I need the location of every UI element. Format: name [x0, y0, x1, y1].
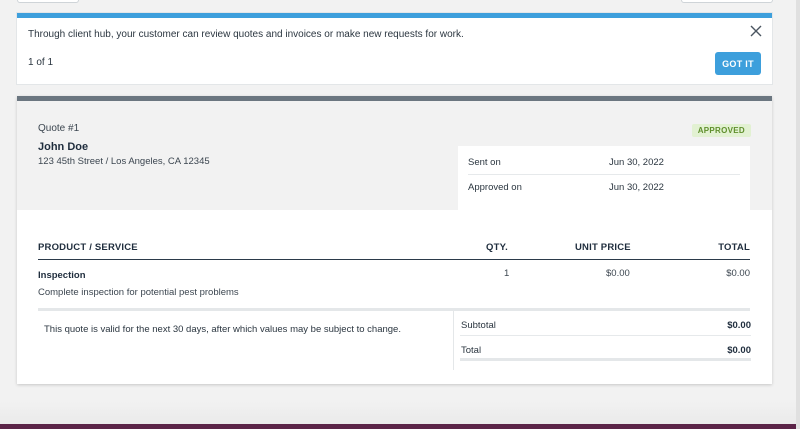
approved-on-label: Approved on [468, 182, 522, 193]
status-badge: APPROVED [691, 124, 751, 137]
sent-on-value: Jun 30, 2022 [609, 156, 664, 168]
line-item-name: Inspection [38, 270, 86, 281]
client-address: 123 45th Street / Los Angeles, CA 12345 [38, 156, 210, 167]
total-label: Total [461, 345, 482, 356]
approved-on-value: Jun 30, 2022 [609, 182, 664, 193]
quote-summary: Subtotal $0.00 Total $0.00 [453, 311, 751, 370]
total-value: $0.00 [727, 345, 751, 356]
window-edge [796, 0, 800, 429]
quote-number: Quote #1 [38, 123, 80, 134]
line-item-unit-price: $0.00 [606, 268, 630, 279]
line-item-total: $0.00 [726, 268, 750, 279]
subtotal-row: Subtotal $0.00 [460, 311, 751, 336]
quote-card: Quote #1 John Doe 123 45th Street / Los … [17, 96, 772, 384]
line-items-header: PRODUCT / SERVICE QTY. UNIT PRICE TOTAL [38, 240, 750, 260]
got-it-button[interactable]: GOT IT [715, 52, 761, 75]
top-right-button[interactable] [681, 0, 773, 3]
line-item-qty: 1 [504, 268, 510, 279]
sent-on-label: Sent on [468, 156, 501, 168]
top-left-button[interactable] [17, 0, 79, 3]
notice-text: Through client hub, your customer can re… [28, 29, 464, 40]
sent-on-row: Sent on Jun 30, 2022 [468, 150, 740, 175]
quote-terms: This quote is valid for the next 30 days… [44, 324, 401, 335]
unit-price-column-header: UNIT PRICE [575, 242, 631, 253]
client-name: John Doe [38, 141, 89, 153]
bottom-bar [0, 424, 800, 429]
line-item-description: Complete inspection for potential pest p… [38, 287, 239, 298]
qty-column-header: QTY. [486, 242, 508, 253]
notice-page-count: 1 of 1 [28, 57, 54, 68]
close-icon[interactable] [749, 24, 763, 38]
subtotal-label: Subtotal [461, 320, 496, 331]
approved-on-row: Approved on Jun 30, 2022 [468, 175, 740, 200]
quote-dates: Sent on Jun 30, 2022 Approved on Jun 30,… [458, 146, 750, 215]
client-hub-notice: Through client hub, your customer can re… [17, 13, 772, 84]
total-column-header: TOTAL [718, 242, 750, 253]
line-item-row: Inspection Complete inspection for poten… [38, 264, 750, 304]
total-row: Total $0.00 [460, 336, 751, 361]
subtotal-value: $0.00 [727, 320, 751, 331]
product-column-header: PRODUCT / SERVICE [38, 242, 138, 253]
